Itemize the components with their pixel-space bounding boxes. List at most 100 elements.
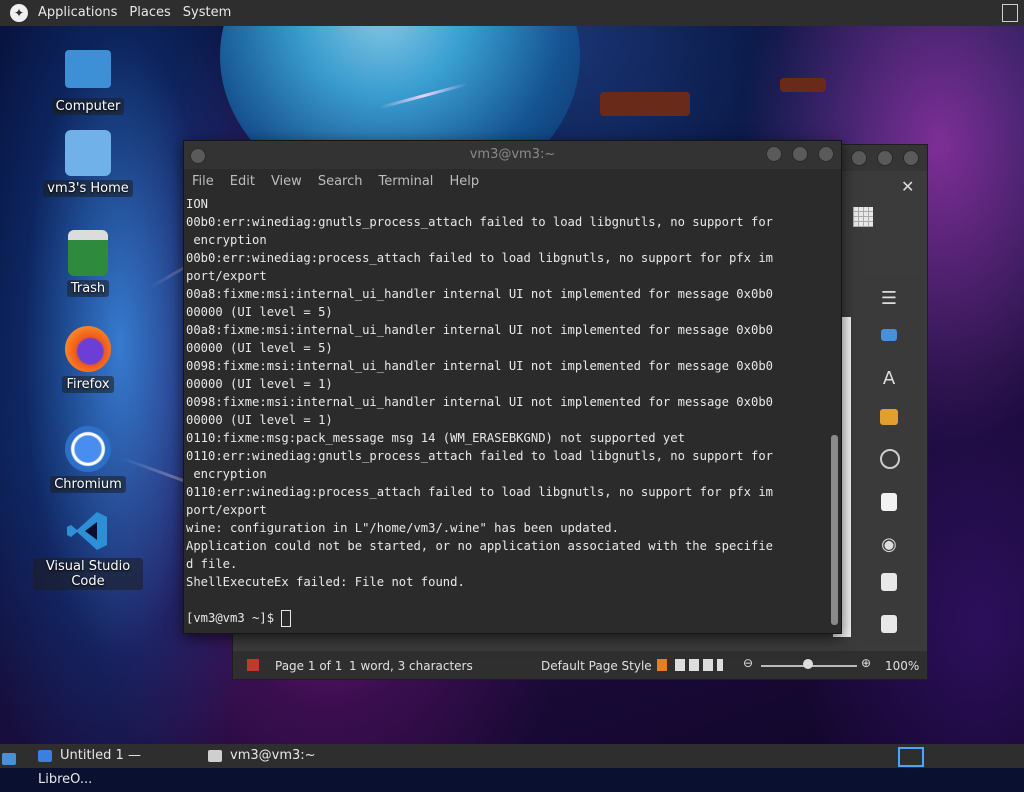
terminal-title: vm3@vm3:~ (469, 147, 556, 162)
close-icon[interactable] (818, 146, 834, 162)
maximize-icon[interactable] (792, 146, 808, 162)
page-count[interactable]: Page 1 of 1 (275, 659, 342, 673)
menu-edit[interactable]: Edit (222, 169, 263, 195)
desktop-icon-label: vm3's Home (43, 180, 133, 197)
window-menu-icon[interactable] (190, 148, 206, 164)
chromium-icon (65, 426, 111, 472)
properties-icon[interactable] (881, 329, 897, 341)
close-icon[interactable] (903, 150, 919, 166)
terminal-line: 00a8:fixme:msi:internal_ui_handler inter… (186, 323, 773, 337)
terminal-line: ION (186, 197, 209, 211)
top-panel: ✦ Applications Places System (0, 0, 1024, 26)
computer-icon (65, 50, 111, 88)
terminal-icon (208, 749, 222, 762)
word-count[interactable]: 1 word, 3 characters (349, 659, 473, 673)
terminal-line: 00b0:err:winediag:process_attach failed … (186, 251, 773, 265)
gnome-foot-icon[interactable]: ✦ (10, 4, 28, 22)
terminal-line: 0110:err:winediag:process_attach failed … (186, 485, 773, 499)
terminal-line: 0110:err:winediag:gnutls_process_attach … (186, 449, 773, 463)
workspace-switcher[interactable] (898, 747, 924, 767)
minimize-icon[interactable] (766, 146, 782, 162)
vscode-icon (65, 508, 111, 554)
language-icon[interactable] (657, 659, 667, 671)
panel-window-icon[interactable] (1002, 4, 1018, 22)
navigator-icon[interactable] (880, 449, 900, 469)
terminal-output[interactable]: ION 00b0:err:winediag:gnutls_process_att… (184, 195, 828, 633)
menu-view[interactable]: View (263, 169, 310, 195)
libreoffice-statusbar: Page 1 of 1 1 word, 3 characters Default… (233, 651, 927, 679)
desktop-icon-label: Firefox (62, 376, 114, 393)
terminal-line: wine: configuration in L"/home/vm3/.wine… (186, 521, 619, 535)
show-desktop-icon[interactable] (2, 744, 20, 768)
insert-table-icon[interactable] (853, 207, 873, 227)
terminal-line: port/export (186, 503, 267, 517)
styles-icon[interactable]: A (877, 367, 901, 391)
desktop-icon-label: Chromium (50, 476, 126, 493)
minimize-icon[interactable] (851, 150, 867, 166)
terminal-line: Application could not be started, or no … (186, 539, 773, 553)
maximize-icon[interactable] (877, 150, 893, 166)
terminal-line: 00a8:fixme:msi:internal_ui_handler inter… (186, 287, 773, 301)
menu-terminal[interactable]: Terminal (370, 169, 441, 195)
desktop-icon-computer[interactable]: Computer (33, 50, 143, 115)
applications-menu[interactable]: Applications (32, 0, 123, 26)
bottom-panel: Untitled 1 — LibreO... vm3@vm3:~ (0, 744, 1024, 787)
taskbar-item-terminal[interactable]: vm3@vm3:~ (208, 744, 348, 768)
desktop-icon-chromium[interactable]: Chromium (33, 426, 143, 493)
libreoffice-sidebar: ☰ A ◉ (863, 275, 923, 645)
system-menu[interactable]: System (177, 0, 237, 26)
taskbar-item-libreoffice[interactable]: Untitled 1 — LibreO... (38, 744, 198, 787)
desktop-icon (2, 752, 16, 765)
terminal-line: 0098:fixme:msi:internal_ui_handler inter… (186, 395, 773, 409)
view-layout-icons[interactable] (675, 659, 723, 671)
trash-icon (68, 230, 108, 276)
terminal-line: encryption (186, 467, 267, 481)
page-icon[interactable] (881, 493, 897, 511)
writer-icon (38, 749, 52, 762)
desktop-icon-label: Trash (66, 280, 110, 297)
zoom-in-icon[interactable]: ⊕ (861, 656, 871, 670)
gallery-icon[interactable] (880, 409, 898, 425)
menu-file[interactable]: File (184, 169, 222, 195)
style-inspector-icon[interactable]: ◉ (877, 533, 901, 557)
text-cursor (281, 610, 292, 627)
zoom-level[interactable]: 100% (885, 659, 919, 673)
page-style[interactable]: Default Page Style (541, 659, 652, 673)
desktop-icon-label: Visual Studio Code (33, 558, 143, 590)
sidebar-close-icon[interactable]: ✕ (901, 177, 914, 196)
menu-icon[interactable]: ☰ (877, 287, 901, 311)
menu-help[interactable]: Help (441, 169, 487, 195)
terminal-line: 0110:fixme:msg:pack_message msg 14 (WM_E… (186, 431, 685, 445)
terminal-line: 0098:fixme:msi:internal_ui_handler inter… (186, 359, 773, 373)
terminal-line: ShellExecuteEx failed: File not found. (186, 575, 465, 589)
terminal-titlebar[interactable]: vm3@vm3:~ (184, 141, 841, 169)
desktop-icon-home[interactable]: vm3's Home (33, 130, 143, 197)
menu-search[interactable]: Search (310, 169, 371, 195)
terminal-line: 00b0:err:winediag:gnutls_process_attach … (186, 215, 773, 229)
terminal-scrollbar[interactable] (829, 195, 841, 631)
scrollbar-thumb[interactable] (831, 435, 838, 625)
document-modified-icon[interactable] (247, 659, 259, 671)
terminal-prompt: [vm3@vm3 ~]$ (186, 611, 282, 625)
manage-changes-icon[interactable] (881, 573, 897, 591)
terminal-line: 00000 (UI level = 5) (186, 305, 333, 319)
places-menu[interactable]: Places (123, 0, 176, 26)
firefox-icon (65, 326, 111, 372)
zoom-slider-handle[interactable] (803, 659, 813, 669)
desktop-icon-firefox[interactable]: Firefox (33, 326, 143, 393)
design-icon[interactable] (881, 615, 897, 633)
wallpaper-ship (600, 92, 690, 116)
wallpaper-ship (780, 78, 826, 92)
taskbar-item-label: vm3@vm3:~ (230, 748, 316, 763)
desktop-icon-trash[interactable]: Trash (33, 230, 143, 297)
desktop-icon-label: Computer (51, 98, 125, 115)
terminal-prompt-line[interactable]: [vm3@vm3 ~]$ (184, 609, 828, 627)
desktop-icon-vscode[interactable]: Visual Studio Code (33, 508, 143, 590)
terminal-menubar: File Edit View Search Terminal Help (184, 169, 841, 195)
terminal-window[interactable]: vm3@vm3:~ File Edit View Search Terminal… (183, 140, 842, 634)
home-folder-icon (65, 130, 111, 176)
terminal-line: encryption (186, 233, 267, 247)
zoom-out-icon[interactable]: ⊖ (743, 656, 753, 670)
terminal-line: 00000 (UI level = 5) (186, 341, 333, 355)
